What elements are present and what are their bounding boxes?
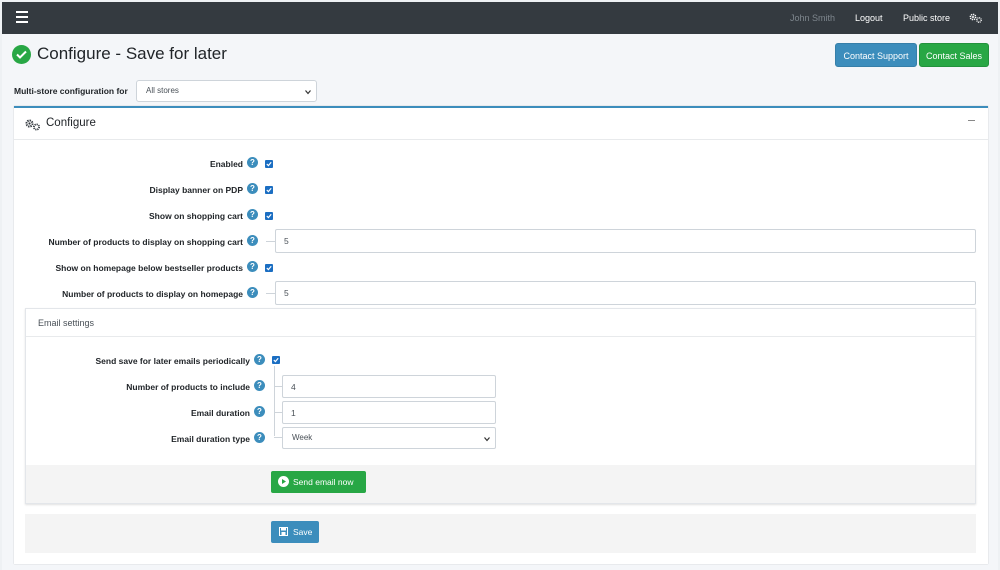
enabled-checkbox[interactable] <box>265 160 273 168</box>
store-select-value: All stores <box>146 86 179 95</box>
connector-line <box>274 412 282 413</box>
display-banner-label: Display banner on PDP <box>149 185 243 195</box>
store-config-label: Multi-store configuration for <box>14 86 128 96</box>
send-periodically-checkbox[interactable] <box>272 356 280 364</box>
cart-products-count-input[interactable]: 5 <box>275 229 976 253</box>
help-icon[interactable]: ? <box>247 183 258 194</box>
email-duration-input[interactable]: 1 <box>282 401 496 424</box>
products-include-label: Number of products to include <box>126 382 250 392</box>
connector-line <box>274 386 282 387</box>
send-email-now-button[interactable]: Send email now <box>271 471 366 493</box>
connector-line <box>274 437 282 438</box>
send-periodically-label: Send save for later emails periodically <box>95 356 251 366</box>
play-circle-icon <box>278 476 289 487</box>
logout-link[interactable]: Logout <box>855 2 883 34</box>
help-icon[interactable]: ? <box>247 209 258 220</box>
connector-line <box>266 241 275 242</box>
contact-sales-button[interactable]: Contact Sales <box>919 43 989 67</box>
help-icon[interactable]: ? <box>247 287 258 298</box>
connector-line <box>266 293 275 294</box>
save-label: Save <box>293 527 313 537</box>
show-cart-label: Show on shopping cart <box>149 211 243 221</box>
show-homepage-label: Show on homepage below bestseller produc… <box>55 263 243 273</box>
homepage-products-count-input[interactable]: 5 <box>275 281 976 305</box>
email-duration-type-value: Week <box>292 433 313 442</box>
products-include-input[interactable]: 4 <box>282 375 496 398</box>
show-cart-checkbox[interactable] <box>265 212 273 220</box>
help-icon[interactable]: ? <box>254 406 265 417</box>
help-icon[interactable]: ? <box>254 354 265 365</box>
chevron-down-icon <box>305 90 311 95</box>
help-icon[interactable]: ? <box>254 432 265 443</box>
email-duration-type-select[interactable]: Week <box>282 427 496 449</box>
help-icon[interactable]: ? <box>254 380 265 391</box>
save-button[interactable]: Save <box>271 521 319 543</box>
help-icon[interactable]: ? <box>247 157 258 168</box>
public-store-link[interactable]: Public store <box>903 2 950 34</box>
page-header: Configure - Save for later <box>12 43 227 65</box>
gears-icon[interactable] <box>969 13 983 23</box>
enabled-label: Enabled <box>209 159 243 169</box>
top-navbar: John Smith Logout Public store <box>2 2 998 34</box>
store-select[interactable]: All stores <box>136 80 317 102</box>
send-email-now-label: Send email now <box>293 477 354 487</box>
email-settings-footer <box>26 465 975 503</box>
save-footer <box>25 514 976 553</box>
gears-icon <box>25 119 40 131</box>
homepage-products-count-label: Number of products to display on homepag… <box>62 289 243 299</box>
hamburger-menu-icon[interactable] <box>16 11 28 23</box>
contact-support-button[interactable]: Contact Support <box>835 43 917 67</box>
dependency-line <box>274 366 275 436</box>
display-banner-checkbox[interactable] <box>265 186 273 194</box>
help-icon[interactable]: ? <box>247 261 258 272</box>
email-duration-type-label: Email duration type <box>171 434 250 444</box>
email-settings-header: Email settings <box>26 309 975 337</box>
collapse-minus-icon[interactable] <box>968 112 978 126</box>
email-settings-card: Email settings <box>25 308 976 504</box>
page-title: Configure - Save for later <box>37 44 227 63</box>
email-settings-title: Email settings <box>38 318 95 328</box>
email-duration-label: Email duration <box>190 408 250 418</box>
show-homepage-checkbox[interactable] <box>265 264 273 272</box>
user-name-link[interactable]: John Smith <box>790 2 835 34</box>
help-icon[interactable]: ? <box>247 235 258 246</box>
cart-products-count-label: Number of products to display on shoppin… <box>48 237 243 247</box>
chevron-down-icon <box>484 437 490 442</box>
check-circle-icon <box>12 44 31 64</box>
save-disk-icon <box>279 527 288 536</box>
configure-card-header: Configure <box>14 108 988 140</box>
configure-card-title: Configure <box>46 117 96 129</box>
